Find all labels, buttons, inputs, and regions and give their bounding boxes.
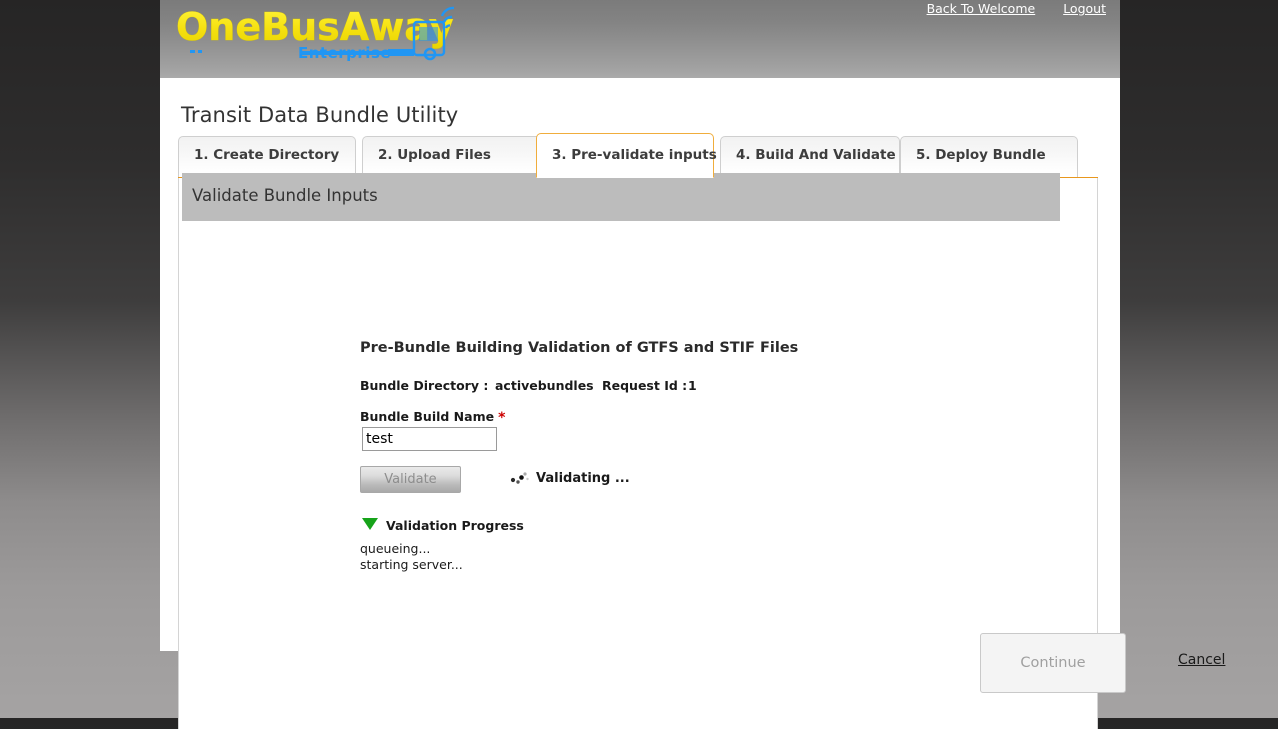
bundle-directory-label: Bundle Directory : <box>360 378 489 393</box>
bundle-build-name-label: Bundle Build Name * <box>360 409 506 426</box>
validation-status-text: Validating ... <box>536 471 630 486</box>
panel-heading-bar: Validate Bundle Inputs <box>182 173 1060 221</box>
back-to-welcome-link[interactable]: Back To Welcome <box>927 1 1036 16</box>
validate-button[interactable]: Validate <box>360 466 461 493</box>
bundle-build-name-input[interactable] <box>362 427 497 451</box>
bundle-info-row: Bundle Directory : activebundles Request I… <box>360 378 697 393</box>
required-marker: * <box>498 410 506 426</box>
bundle-directory-value: activebundles <box>495 378 594 393</box>
logout-link[interactable]: Logout <box>1063 1 1106 16</box>
tab-upload-files[interactable]: 2. Upload Files <box>362 136 542 177</box>
site-header: OneBusAway Enterprise Back To Welcome Lo… <box>160 0 1120 78</box>
log-line: starting server... <box>360 557 463 572</box>
panel-heading-text: Validate Bundle Inputs <box>192 186 378 205</box>
tab-deploy-bundle[interactable]: 5. Deploy Bundle <box>900 136 1078 177</box>
request-id-value: 1 <box>688 378 697 393</box>
triangle-down-icon[interactable] <box>361 516 379 532</box>
loading-spinner-icon <box>510 470 530 484</box>
tab-build-and-validate[interactable]: 4. Build And Validate <box>720 136 900 177</box>
app-window: OneBusAway Enterprise Back To Welcome Lo… <box>160 0 1225 729</box>
request-id-label: Request Id : <box>602 378 688 393</box>
onebusaway-logo: OneBusAway Enterprise <box>174 2 484 68</box>
tab-content-panel <box>178 178 1098 729</box>
tab-create-directory[interactable]: 1. Create Directory <box>178 136 356 177</box>
page-title: Transit Data Bundle Utility <box>181 103 459 127</box>
header-links: Back To Welcome Logout <box>903 1 1106 16</box>
tab-pre-validate-inputs[interactable]: 3. Pre-validate inputs <box>536 133 717 178</box>
continue-button[interactable]: Continue <box>980 633 1126 693</box>
bundle-build-name-label-text: Bundle Build Name <box>360 409 495 424</box>
validation-progress-log: queueing... starting server... <box>360 541 463 573</box>
validation-progress-title: Validation Progress <box>386 518 524 533</box>
log-line: queueing... <box>360 541 431 556</box>
svg-text:OneBusAway: OneBusAway <box>176 5 454 49</box>
section-subtitle: Pre-Bundle Building Validation of GTFS a… <box>360 340 799 356</box>
cancel-link[interactable]: Cancel <box>1178 652 1225 668</box>
